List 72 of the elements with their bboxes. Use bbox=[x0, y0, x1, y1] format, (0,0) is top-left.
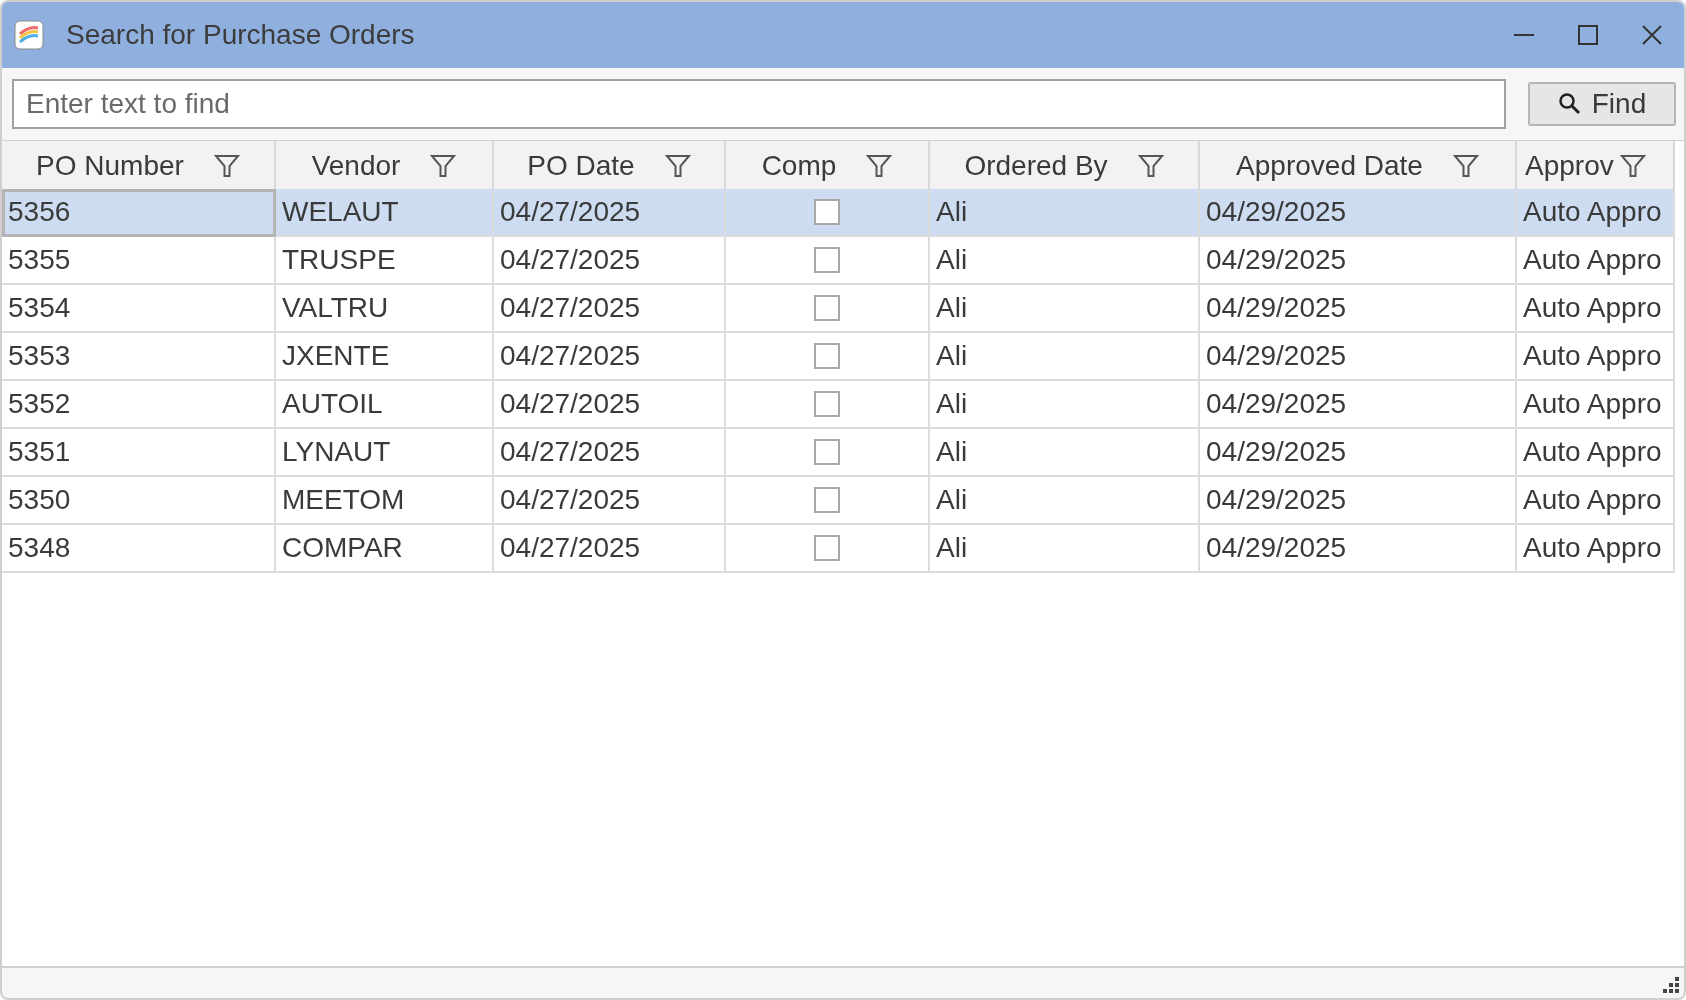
table-cell: 04/27/2025 bbox=[494, 237, 726, 285]
filter-icon[interactable] bbox=[1137, 153, 1164, 179]
table-cell: 04/27/2025 bbox=[494, 189, 726, 237]
table-cell: JXENTE bbox=[276, 333, 494, 381]
checkbox[interactable] bbox=[814, 535, 840, 561]
table-cell: MEETOM bbox=[276, 477, 494, 525]
close-icon bbox=[1641, 24, 1663, 46]
checkbox[interactable] bbox=[814, 439, 840, 465]
table-cell: Auto Appro bbox=[1517, 285, 1675, 333]
table-cell: 5353 bbox=[2, 333, 276, 381]
table-cell: WELAUT bbox=[276, 189, 494, 237]
table-cell: 04/27/2025 bbox=[494, 525, 726, 573]
table-cell: 5350 bbox=[2, 477, 276, 525]
search-icon bbox=[1557, 92, 1582, 116]
table-cell: Ali bbox=[930, 237, 1200, 285]
table-cell: Auto Appro bbox=[1517, 333, 1675, 381]
filter-icon[interactable] bbox=[866, 153, 893, 179]
table-cell: Ali bbox=[930, 477, 1200, 525]
table-cell: 04/29/2025 bbox=[1200, 189, 1517, 237]
maximize-icon bbox=[1577, 24, 1599, 46]
table-cell: 5348 bbox=[2, 525, 276, 573]
table-cell: Ali bbox=[930, 189, 1200, 237]
checkbox[interactable] bbox=[814, 343, 840, 369]
resize-grip-icon[interactable] bbox=[1662, 976, 1680, 994]
table-cell: Auto Appro bbox=[1517, 381, 1675, 429]
table-cell: 04/29/2025 bbox=[1200, 237, 1517, 285]
table-cell: LYNAUT bbox=[276, 429, 494, 477]
filter-icon[interactable] bbox=[1452, 153, 1479, 179]
table-cell: 5352 bbox=[2, 381, 276, 429]
filter-icon[interactable] bbox=[430, 153, 457, 179]
checkbox[interactable] bbox=[814, 391, 840, 417]
table-cell: 5354 bbox=[2, 285, 276, 333]
table-cell: 04/29/2025 bbox=[1200, 477, 1517, 525]
table-cell: 04/29/2025 bbox=[1200, 525, 1517, 573]
table-cell: Auto Appro bbox=[1517, 237, 1675, 285]
checkbox[interactable] bbox=[814, 199, 840, 225]
table-cell: 04/27/2025 bbox=[494, 285, 726, 333]
table-cell: VALTRU bbox=[276, 285, 494, 333]
table-cell: Auto Appro bbox=[1517, 189, 1675, 237]
checkbox[interactable] bbox=[814, 247, 840, 273]
table-cell: Ali bbox=[930, 525, 1200, 573]
table-cell: 04/29/2025 bbox=[1200, 285, 1517, 333]
table-cell: Ali bbox=[930, 333, 1200, 381]
table-cell: Ali bbox=[930, 285, 1200, 333]
table-cell: 04/27/2025 bbox=[494, 381, 726, 429]
window-title: Search for Purchase Orders bbox=[66, 19, 416, 51]
table-cell: Auto Appro bbox=[1517, 477, 1675, 525]
search-field[interactable]: Enter text to find bbox=[12, 79, 1506, 129]
table-cell: 04/29/2025 bbox=[1200, 429, 1517, 477]
table-cell: 04/29/2025 bbox=[1200, 333, 1517, 381]
table-cell: COMPAR bbox=[276, 525, 494, 573]
filter-icon[interactable] bbox=[213, 153, 240, 179]
minimize-icon bbox=[1513, 34, 1535, 36]
table-cell: 04/27/2025 bbox=[494, 429, 726, 477]
table-cell: Ali bbox=[930, 429, 1200, 477]
table-cell: 04/27/2025 bbox=[494, 333, 726, 381]
filter-icon[interactable] bbox=[664, 153, 691, 179]
table-cell: 04/27/2025 bbox=[494, 477, 726, 525]
find-button[interactable]: Find bbox=[1528, 82, 1676, 126]
table-cell: AUTOIL bbox=[276, 381, 494, 429]
table-cell: 5356 bbox=[2, 189, 276, 237]
checkbox[interactable] bbox=[814, 487, 840, 513]
table-cell: Ali bbox=[930, 381, 1200, 429]
app-icon bbox=[14, 20, 44, 50]
table-cell: 5351 bbox=[2, 429, 276, 477]
table-cell: 5355 bbox=[2, 237, 276, 285]
checkbox[interactable] bbox=[814, 295, 840, 321]
table-cell: Auto Appro bbox=[1517, 429, 1675, 477]
table-cell: TRUSPE bbox=[276, 237, 494, 285]
filter-icon[interactable] bbox=[1619, 153, 1646, 179]
table-cell: 04/29/2025 bbox=[1200, 381, 1517, 429]
table-cell: Auto Appro bbox=[1517, 525, 1675, 573]
